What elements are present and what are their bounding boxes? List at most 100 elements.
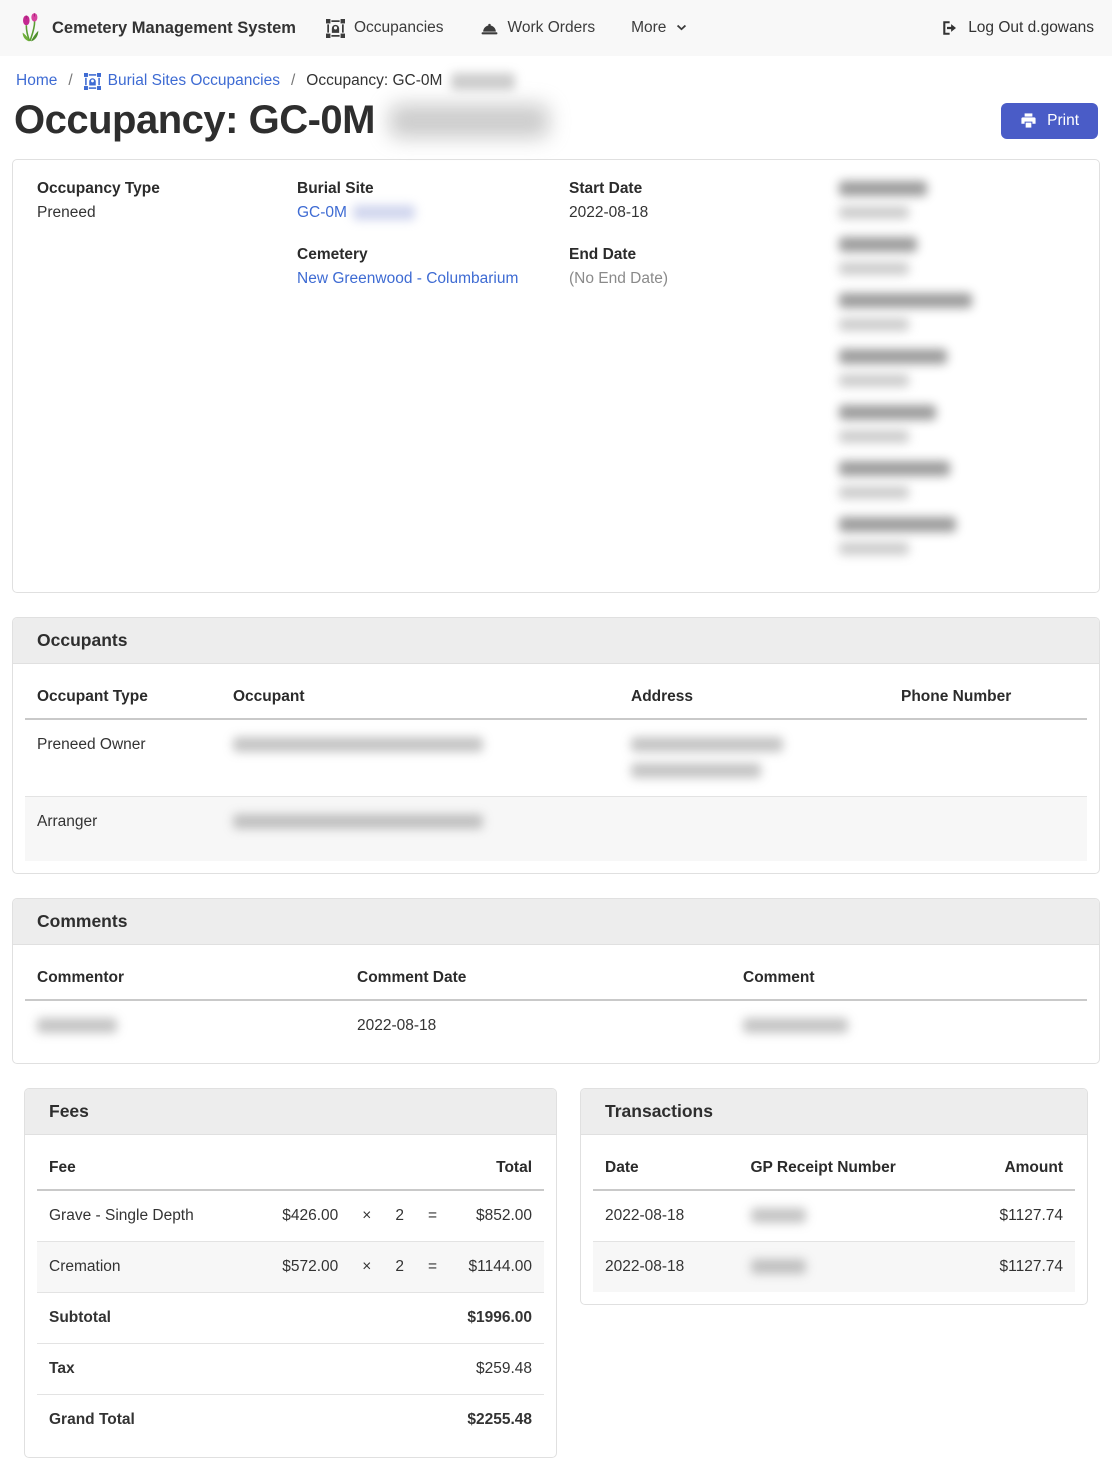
transactions-card: Transactions Date GP Receipt Number Amou… — [580, 1088, 1088, 1305]
occupancy-type-value: Preneed — [37, 204, 297, 222]
redacted-field — [839, 180, 1075, 222]
redacted-field — [839, 236, 1075, 278]
redacted-text — [839, 237, 917, 252]
nav-item-occupancies[interactable]: Occupancies — [326, 19, 444, 38]
burial-site-field: Burial Site GC-0M — [297, 180, 569, 222]
transactions-table: Date GP Receipt Number Amount 2022-08-18… — [593, 1147, 1075, 1292]
redacted-text — [839, 206, 909, 219]
redacted-text — [839, 349, 947, 364]
tax-row: Tax $259.48 — [37, 1344, 544, 1395]
redacted-field — [839, 348, 1075, 390]
comments-card-title: Comments — [13, 899, 1099, 945]
breadcrumb-occupancies-link[interactable]: Burial Sites Occupancies — [84, 72, 280, 90]
transaction-date-cell: 2022-08-18 — [593, 1190, 739, 1242]
breadcrumb-current-text: Occupancy: GC-0M — [306, 72, 442, 90]
redacted-text — [751, 1259, 806, 1274]
transaction-receipt-cell — [739, 1242, 988, 1293]
comment-cell — [731, 1000, 1087, 1051]
occupant-phone-cell — [889, 797, 1087, 862]
table-row: Arranger — [25, 797, 1087, 862]
transaction-amount-cell: $1127.74 — [988, 1190, 1076, 1242]
cemetery-field: Cemetery New Greenwood - Columbarium — [297, 246, 569, 288]
redacted-text — [451, 73, 515, 90]
redacted-field — [839, 404, 1075, 446]
app-brand[interactable]: Cemetery Management System — [18, 13, 296, 43]
details-col-4-redacted — [839, 180, 1075, 572]
grand-total-value: $2255.48 — [449, 1395, 544, 1446]
page-title-text: Occupancy: GC-0M — [14, 98, 375, 143]
redacted-text — [839, 405, 936, 420]
tax-label: Tax — [37, 1344, 258, 1395]
redacted-text — [839, 517, 956, 532]
table-row: 2022-08-18 $1127.74 — [593, 1242, 1075, 1293]
nav-links: Occupancies Work Orders More — [326, 19, 689, 38]
fee-unit-cell: $426.00 — [258, 1190, 350, 1242]
table-row: Cremation $572.00 × 2 = $1144.00 — [37, 1242, 544, 1293]
redacted-text — [839, 374, 909, 387]
tombstone-icon — [326, 19, 345, 38]
transactions-col-amount: Amount — [988, 1147, 1076, 1190]
occupants-card: Occupants Occupant Type Occupant Address… — [12, 617, 1100, 874]
tax-value: $259.48 — [449, 1344, 544, 1395]
occupants-card-title: Occupants — [13, 618, 1099, 664]
redacted-text — [839, 318, 909, 331]
redacted-text — [37, 1018, 117, 1033]
fee-total-cell: $1144.00 — [449, 1242, 544, 1293]
occupants-table: Occupant Type Occupant Address Phone Num… — [25, 676, 1087, 861]
commentor-cell — [25, 1000, 345, 1051]
details-col-2: Burial Site GC-0M Cemetery New Greenwood… — [297, 180, 569, 572]
nav-work-orders-label: Work Orders — [508, 19, 596, 37]
fees-card: Fees Fee Total — [24, 1088, 557, 1458]
nav-occupancies-label: Occupancies — [354, 19, 444, 37]
page-head: Occupancy: GC-0M Print — [0, 94, 1112, 159]
transactions-card-title: Transactions — [581, 1089, 1087, 1135]
transaction-date-cell: 2022-08-18 — [593, 1242, 739, 1293]
app-title: Cemetery Management System — [52, 19, 296, 38]
burial-site-link[interactable]: GC-0M — [297, 204, 347, 221]
table-row: Preneed Owner — [25, 719, 1087, 797]
printer-icon — [1020, 112, 1037, 129]
start-date-value: 2022-08-18 — [569, 204, 839, 222]
end-date-field: End Date (No End Date) — [569, 246, 839, 288]
redacted-text — [839, 181, 927, 196]
fee-qty-cell: 2 — [383, 1190, 416, 1242]
redacted-text — [839, 486, 909, 499]
occupant-address-cell — [619, 797, 889, 862]
details-col-1: Occupancy Type Preneed — [37, 180, 297, 572]
cemetery-label: Cemetery — [297, 246, 569, 264]
occupancy-type-label: Occupancy Type — [37, 180, 297, 198]
transactions-col-receipt: GP Receipt Number — [739, 1147, 988, 1190]
start-date-field: Start Date 2022-08-18 — [569, 180, 839, 222]
redacted-text — [751, 1208, 806, 1223]
logout-button[interactable]: Log Out d.gowans — [941, 19, 1094, 37]
redacted-text — [631, 737, 783, 752]
page-title: Occupancy: GC-0M — [14, 98, 549, 143]
table-row: 2022-08-18 $1127.74 — [593, 1190, 1075, 1242]
comments-col-comment: Comment — [731, 957, 1087, 1000]
top-navbar: Cemetery Management System Occupancies — [0, 0, 1112, 56]
fee-unit-cell: $572.00 — [258, 1242, 350, 1293]
occupants-col-address: Address — [619, 676, 889, 719]
end-date-value: (No End Date) — [569, 270, 839, 288]
redacted-text — [389, 104, 549, 138]
logout-icon — [941, 19, 959, 37]
breadcrumb-occupancies-label: Burial Sites Occupancies — [108, 72, 280, 90]
tombstone-icon — [84, 73, 101, 90]
redacted-field — [839, 292, 1075, 334]
start-date-label: Start Date — [569, 180, 839, 198]
redacted-text — [839, 542, 909, 555]
occupants-col-occupant: Occupant — [221, 676, 619, 719]
nav-item-work-orders[interactable]: Work Orders — [480, 19, 596, 38]
occupants-col-phone: Phone Number — [889, 676, 1087, 719]
fee-times-cell: × — [350, 1242, 383, 1293]
nav-item-more[interactable]: More — [631, 19, 688, 37]
comments-table: Commentor Comment Date Comment 2022-08-1… — [25, 957, 1087, 1051]
print-button[interactable]: Print — [1001, 103, 1098, 139]
cemetery-link[interactable]: New Greenwood - Columbarium — [297, 270, 518, 287]
redacted-text — [839, 262, 909, 275]
fee-name-cell: Grave - Single Depth — [37, 1190, 258, 1242]
fee-name-cell: Cremation — [37, 1242, 258, 1293]
redacted-field — [839, 460, 1075, 502]
occupant-name-cell — [221, 719, 619, 797]
breadcrumb-home-link[interactable]: Home — [16, 72, 57, 90]
